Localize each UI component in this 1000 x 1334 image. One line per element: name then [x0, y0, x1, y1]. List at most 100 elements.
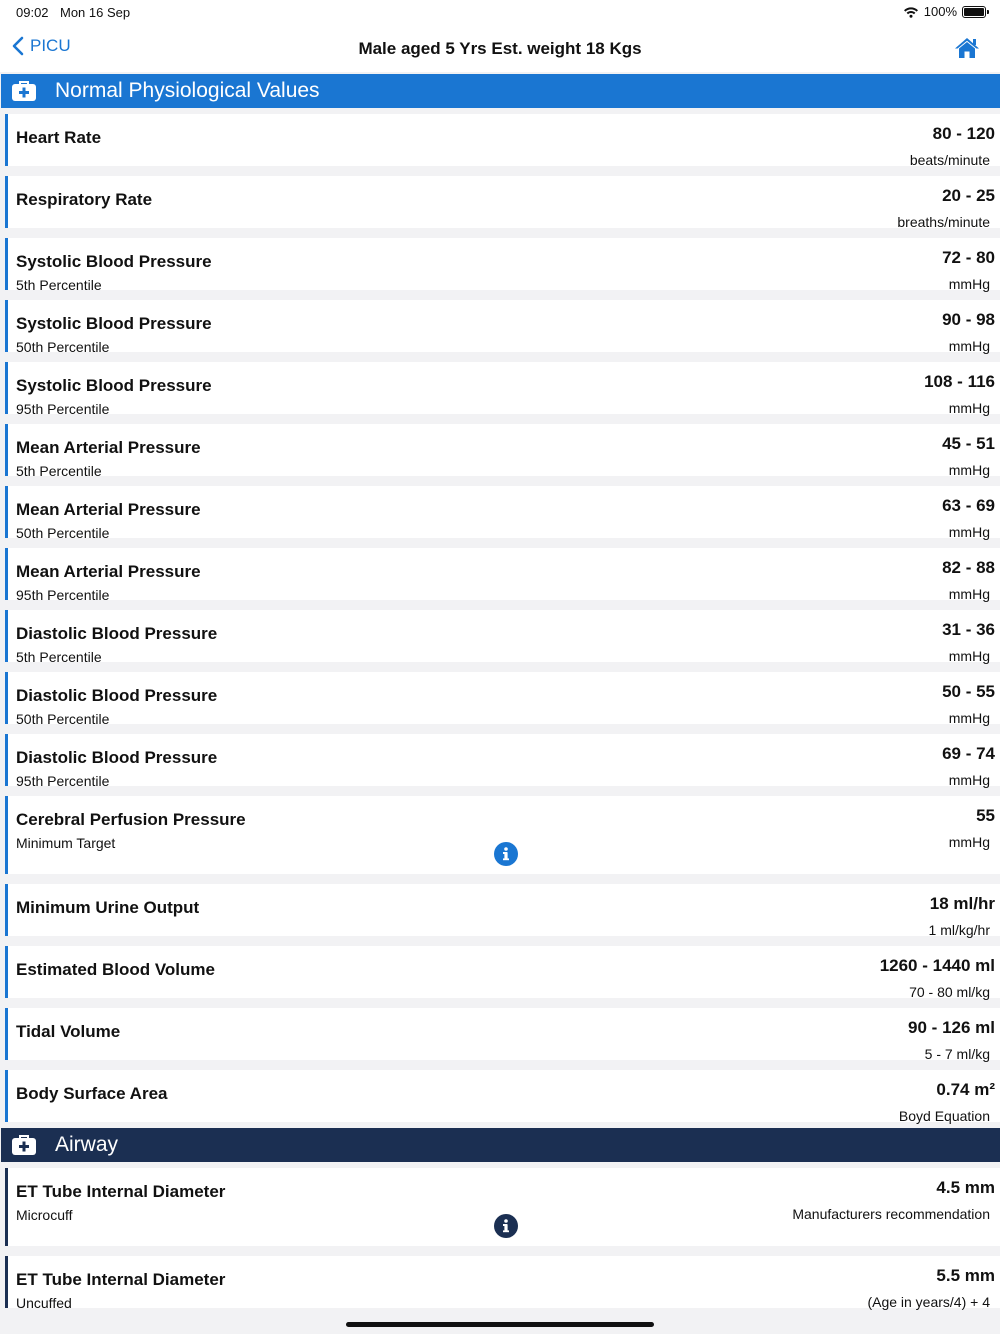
item-unit: breaths/minute: [897, 214, 990, 230]
item-value: 72 - 80: [942, 248, 995, 267]
item-value: 50 - 55: [942, 682, 995, 701]
item-name: Systolic Blood Pressure: [16, 314, 212, 333]
item-subtitle: 50th Percentile: [16, 525, 110, 541]
item-subtitle: Microcuff: [16, 1207, 73, 1223]
item-value: 1260 - 1440 ml: [879, 956, 995, 975]
status-right: 100%: [903, 4, 989, 19]
item-value: 4.5 mm: [936, 1178, 995, 1197]
home-indicator[interactable]: [346, 1322, 654, 1327]
item-unit: mmHg: [948, 524, 990, 540]
section-header-physiological: Normal Physiological Values: [1, 74, 1000, 108]
item-unit: 5 - 7 ml/kg: [924, 1046, 990, 1062]
item-subtitle: 50th Percentile: [16, 711, 110, 727]
status-bar: 09:02 Mon 16 Sep 100%: [0, 0, 1000, 24]
item-name: Mean Arterial Pressure: [16, 500, 201, 519]
section-title: Airway: [55, 1133, 119, 1156]
item-name: Diastolic Blood Pressure: [16, 686, 218, 705]
item-value: 80 - 120: [932, 124, 995, 143]
list-item: Respiratory Rate 20 - 25 breaths/minute: [5, 176, 1000, 230]
list-item: Diastolic Blood Pressure 95th Percentile…: [5, 734, 1000, 789]
battery-icon: [962, 5, 989, 18]
item-value: 82 - 88: [942, 558, 995, 577]
list-item: Mean Arterial Pressure 5th Percentile 45…: [5, 424, 1000, 479]
first-aid-kit-icon: [12, 1135, 36, 1155]
list-item: Tidal Volume 90 - 126 ml 5 - 7 ml/kg: [5, 1008, 1000, 1062]
item-value: 20 - 25: [942, 186, 995, 205]
list-item: Minimum Urine Output 18 ml/hr 1 ml/kg/hr: [5, 884, 1000, 938]
item-value: 69 - 74: [942, 744, 995, 763]
item-unit: mmHg: [948, 338, 990, 354]
info-button[interactable]: [494, 1214, 518, 1238]
item-unit: mmHg: [948, 772, 990, 788]
item-value: 18 ml/hr: [929, 894, 995, 913]
battery-percent: 100%: [923, 4, 957, 19]
item-name: ET Tube Internal Diameter: [16, 1270, 226, 1289]
item-subtitle: Uncuffed: [16, 1295, 72, 1311]
item-name: Body Surface Area: [16, 1084, 168, 1103]
item-name: Diastolic Blood Pressure: [16, 748, 218, 767]
item-name: Estimated Blood Volume: [16, 960, 215, 979]
list-item: Systolic Blood Pressure 95th Percentile …: [5, 362, 1000, 417]
item-subtitle: Minimum Target: [16, 835, 116, 851]
item-subtitle: 95th Percentile: [16, 401, 110, 417]
item-name: Tidal Volume: [16, 1022, 121, 1041]
item-value: 108 - 116: [924, 372, 995, 391]
item-name: Respiratory Rate: [16, 190, 153, 209]
item-value: 0.74 m²: [936, 1080, 995, 1099]
item-subtitle: 95th Percentile: [16, 587, 110, 603]
info-icon: [503, 1219, 509, 1233]
list-item: ET Tube Internal Diameter Microcuff 4.5 …: [5, 1168, 1000, 1246]
item-name: Systolic Blood Pressure: [16, 376, 212, 395]
item-value: 90 - 98: [942, 310, 995, 329]
item-unit: mmHg: [948, 834, 990, 850]
item-name: Mean Arterial Pressure: [16, 438, 201, 457]
list-item: Heart Rate 80 - 120 beats/minute: [5, 114, 1000, 168]
item-subtitle: 5th Percentile: [16, 463, 102, 479]
first-aid-kit-icon: [12, 81, 36, 101]
item-unit: mmHg: [948, 648, 990, 664]
item-value: 63 - 69: [942, 496, 995, 515]
item-unit: beats/minute: [909, 152, 990, 168]
list-item: Diastolic Blood Pressure 50th Percentile…: [5, 672, 1000, 727]
item-subtitle: 50th Percentile: [16, 339, 110, 355]
item-name: Cerebral Perfusion Pressure: [16, 810, 246, 829]
home-button[interactable]: [954, 36, 980, 65]
status-time: 09:02: [16, 5, 49, 20]
list-item: Mean Arterial Pressure 50th Percentile 6…: [5, 486, 1000, 541]
item-unit: (Age in years/4) + 4: [867, 1294, 990, 1310]
list-item: Estimated Blood Volume 1260 - 1440 ml 70…: [5, 946, 1000, 1000]
item-value: 55: [976, 806, 995, 825]
navigation-bar: PICU Male aged 5 Yrs Est. weight 18 Kgs: [0, 24, 1000, 72]
page-title: Male aged 5 Yrs Est. weight 18 Kgs: [358, 39, 642, 58]
item-unit: 1 ml/kg/hr: [928, 922, 990, 938]
item-value: 90 - 126 ml: [908, 1018, 995, 1037]
item-value: 5.5 mm: [936, 1266, 995, 1285]
list-item: Cerebral Perfusion Pressure Minimum Targ…: [5, 796, 1000, 874]
status-date: Mon 16 Sep: [60, 5, 131, 20]
item-subtitle: 95th Percentile: [16, 773, 110, 789]
list-item: Systolic Blood Pressure 5th Percentile 7…: [5, 238, 1000, 293]
list-item: Mean Arterial Pressure 95th Percentile 8…: [5, 548, 1000, 603]
item-subtitle: 5th Percentile: [16, 277, 102, 293]
item-unit: mmHg: [948, 586, 990, 602]
list-item: Systolic Blood Pressure 50th Percentile …: [5, 300, 1000, 355]
section-header-airway: Airway: [1, 1128, 1000, 1162]
wifi-icon: [903, 6, 918, 18]
home-icon: [955, 38, 979, 58]
item-value: 31 - 36: [942, 620, 995, 639]
item-subtitle: 5th Percentile: [16, 649, 102, 665]
list-item: Body Surface Area 0.74 m² Boyd Equation: [5, 1070, 1000, 1124]
item-unit: 70 - 80 ml/kg: [909, 984, 990, 1000]
item-name: ET Tube Internal Diameter: [16, 1182, 226, 1201]
item-name: Diastolic Blood Pressure: [16, 624, 218, 643]
section-title: Normal Physiological Values: [55, 79, 320, 102]
list-item: ET Tube Internal Diameter Uncuffed 5.5 m…: [5, 1256, 1000, 1311]
list-item: Diastolic Blood Pressure 5th Percentile …: [5, 610, 1000, 665]
item-unit: Boyd Equation: [898, 1108, 990, 1124]
info-button[interactable]: [494, 842, 518, 866]
item-unit: mmHg: [948, 710, 990, 726]
item-name: Systolic Blood Pressure: [16, 252, 212, 271]
item-name: Heart Rate: [16, 128, 102, 147]
item-value: 45 - 51: [942, 434, 995, 453]
info-icon: [503, 847, 509, 861]
